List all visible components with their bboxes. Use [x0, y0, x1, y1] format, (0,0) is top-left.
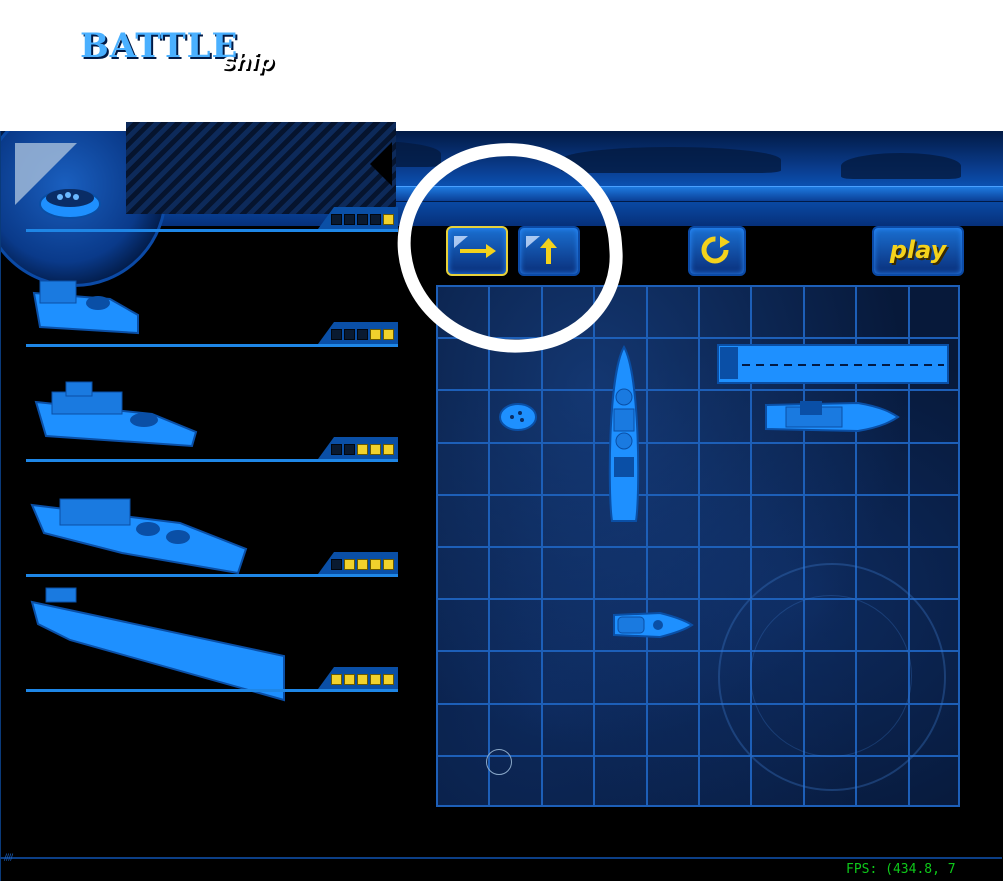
grid-line-vertical: [436, 285, 438, 807]
submarine-icon: [39, 189, 101, 219]
size-pip: [344, 674, 355, 685]
footer-hatch: ////: [4, 853, 13, 863]
aircraft-carrier-icon: [30, 587, 285, 702]
placed-destroyer[interactable]: [762, 397, 902, 437]
size-pip: [383, 559, 394, 570]
placed-patrol-boat[interactable]: [610, 609, 694, 641]
size-pip: [383, 674, 394, 685]
ship-size-pips: [331, 559, 394, 570]
size-pip: [331, 329, 342, 340]
fleet-row-battleship[interactable]: [26, 465, 398, 577]
fleet-panel: [26, 120, 398, 702]
size-pip: [383, 329, 394, 340]
size-pip: [331, 559, 342, 570]
placed-battleship[interactable]: [606, 345, 642, 529]
size-pip: [357, 444, 368, 455]
fleet-row-submarine[interactable]: [26, 120, 398, 232]
size-pip: [370, 444, 381, 455]
game-board[interactable]: [436, 285, 960, 807]
battleship-icon: [30, 498, 248, 575]
game-title: BATTLE: [80, 26, 239, 66]
ship-size-pips: [331, 444, 394, 455]
row-baseline: [26, 344, 398, 347]
size-pip: [344, 444, 355, 455]
compass-inner-ring: [750, 595, 912, 757]
ship-size-pips: [331, 329, 394, 340]
size-pip: [344, 329, 355, 340]
size-pip: [357, 329, 368, 340]
size-pip: [344, 214, 355, 225]
size-pip: [331, 444, 342, 455]
destroyer-icon: [34, 381, 198, 448]
fleet-row-destroyer[interactable]: [26, 350, 398, 462]
grid-line-vertical: [958, 285, 960, 807]
grid-line-vertical: [488, 285, 490, 807]
size-pip: [331, 214, 342, 225]
grid-line-vertical: [593, 285, 595, 807]
row-baseline: [26, 689, 398, 692]
play-label: play: [889, 236, 947, 264]
size-pip: [370, 559, 381, 570]
game-subtitle: ship: [222, 50, 275, 75]
patrol-boat-icon: [32, 280, 139, 335]
rotate-icon: [701, 236, 730, 264]
island-silhouette: [561, 147, 781, 173]
footer-line: [0, 857, 1002, 859]
island-silhouette: [841, 153, 961, 179]
size-pip: [370, 329, 381, 340]
grid-line-vertical: [698, 285, 700, 807]
placed-aircraft-carrier[interactable]: [716, 343, 952, 385]
size-pip: [344, 559, 355, 570]
size-pip: [383, 214, 394, 225]
ship-size-pips: [331, 674, 394, 685]
size-pip: [331, 674, 342, 685]
fps-counter: FPS: (434.8, 7: [846, 862, 956, 877]
size-pip: [357, 559, 368, 570]
row-baseline: [26, 229, 398, 232]
compass-rose-icon: [718, 563, 946, 791]
placed-submarine[interactable]: [498, 401, 542, 435]
ship-size-pips: [331, 214, 394, 225]
size-pip: [357, 674, 368, 685]
row-baseline: [26, 574, 398, 577]
size-pip: [357, 214, 368, 225]
row-baseline: [26, 459, 398, 462]
size-pip: [370, 674, 381, 685]
size-pip: [383, 444, 394, 455]
fleet-row-patrol-boat[interactable]: [26, 235, 398, 347]
play-button[interactable]: play: [872, 226, 964, 276]
fleet-row-aircraft-carrier[interactable]: [26, 580, 398, 702]
mouse-cursor-ring: [486, 749, 512, 775]
rotate-button[interactable]: [688, 226, 746, 276]
grid-line-vertical: [541, 285, 543, 807]
size-pip: [370, 214, 381, 225]
grid-line-vertical: [646, 285, 648, 807]
